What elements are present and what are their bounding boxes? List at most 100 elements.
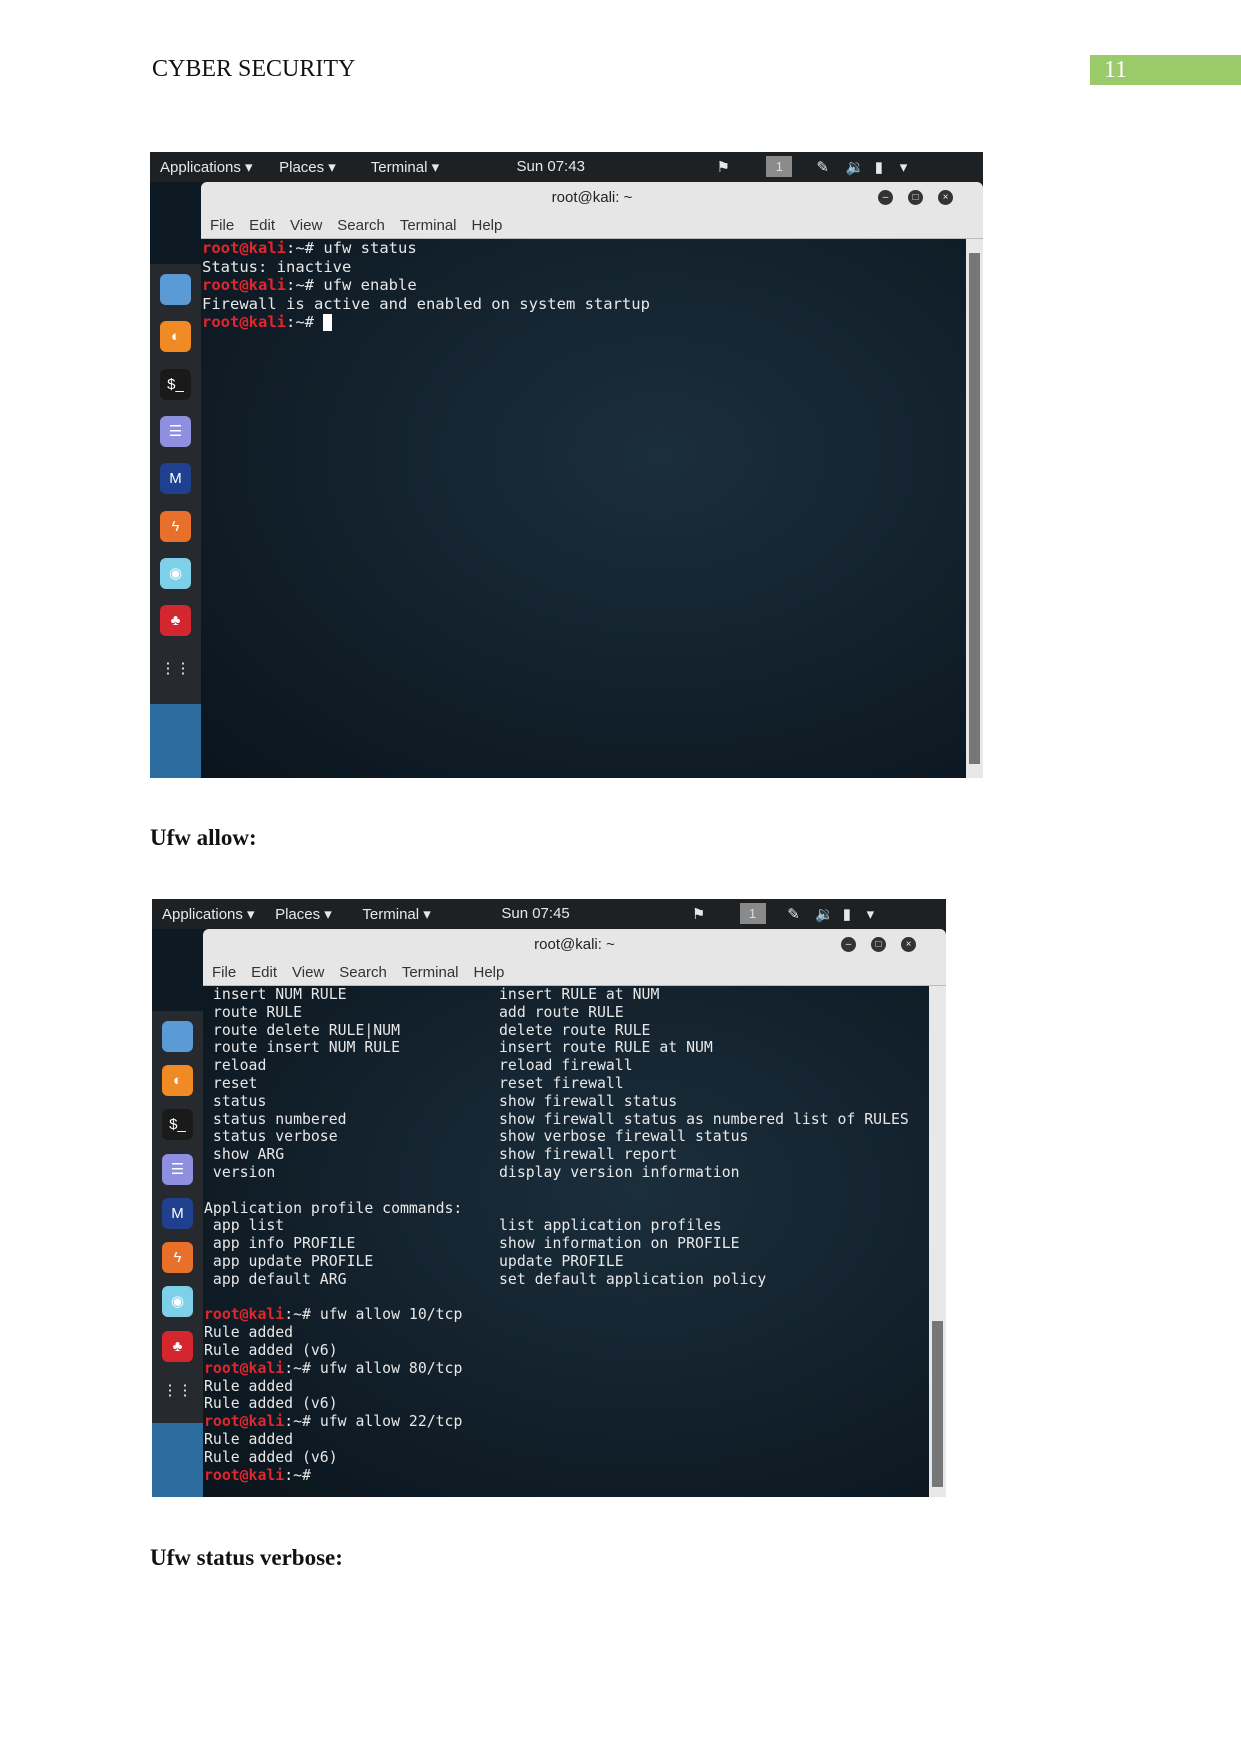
scrollbar[interactable]: [966, 239, 983, 778]
close-button[interactable]: ×: [938, 190, 953, 205]
text-editor-icon[interactable]: ☰: [160, 416, 191, 447]
text-editor-icon[interactable]: ☰: [162, 1153, 193, 1185]
app-grid-icon[interactable]: ⋮⋮: [160, 652, 191, 684]
maximize-button[interactable]: □: [871, 937, 886, 952]
menu-help[interactable]: Help: [472, 217, 503, 234]
burpsuite-icon[interactable]: ϟ: [162, 1242, 193, 1274]
terminal-output[interactable]: root@kali:~# ufw status Status: inactive r…: [201, 239, 966, 778]
running-header: CYBER SECURITY: [152, 56, 356, 82]
maximize-button[interactable]: □: [908, 190, 923, 205]
command: app info PROFILE: [204, 1235, 356, 1253]
clock[interactable]: Sun 07:45: [501, 905, 569, 922]
dock: ◐ $_ ☰ Mϟ ◉ ♣ ⋮⋮: [152, 1011, 203, 1423]
close-button[interactable]: ×: [901, 937, 916, 952]
files-icon[interactable]: [160, 274, 191, 305]
terminal-line: root@kali:~#: [204, 1467, 929, 1485]
terminal-menu[interactable]: Terminal ▾: [371, 158, 439, 176]
clock[interactable]: Sun 07:43: [517, 158, 585, 175]
menu-terminal[interactable]: Terminal: [402, 964, 459, 981]
places-menu[interactable]: Places ▾: [279, 158, 336, 176]
menu-help[interactable]: Help: [474, 964, 505, 981]
pen-icon[interactable]: ✎: [787, 905, 800, 923]
menu-file[interactable]: File: [210, 217, 234, 234]
camera-icon[interactable]: ⚑: [692, 905, 705, 923]
firefox-icon[interactable]: ◐: [160, 321, 191, 353]
terminal-menu[interactable]: Terminal ▾: [362, 905, 430, 923]
menu-terminal[interactable]: Terminal: [400, 217, 457, 234]
command: route delete RULE|NUM: [204, 1021, 400, 1039]
dock-bottom: [152, 1423, 203, 1497]
pen-icon[interactable]: ✎: [816, 158, 829, 176]
prompt-user: root@kali: [202, 239, 286, 257]
minimize-button[interactable]: –: [841, 937, 856, 952]
applications-menu[interactable]: Applications ▾: [160, 158, 253, 176]
terminal-menu-bar: File Edit View Search Terminal Help: [201, 213, 983, 239]
help-row: reload reload firewall: [204, 1057, 929, 1075]
terminal-icon[interactable]: $_: [160, 368, 191, 400]
cherrytree-icon[interactable]: ♣: [160, 605, 191, 637]
terminal-line: Rule added (v6): [204, 1449, 929, 1467]
menu-file[interactable]: File: [212, 964, 236, 981]
command: status: [204, 1092, 267, 1110]
line-text: :~# ufw status: [286, 239, 417, 257]
command-description: insert RULE at NUM: [499, 986, 660, 1003]
volume-icon[interactable]: 🔉: [815, 905, 834, 923]
command-description: reset firewall: [499, 1074, 624, 1092]
command-description: update PROFILE: [499, 1252, 624, 1270]
line-text: Rule added (v6): [204, 1341, 338, 1359]
terminal-line: root@kali:~# ufw allow 22/tcp: [204, 1413, 929, 1431]
scrollbar-thumb[interactable]: [969, 253, 980, 764]
battery-icon[interactable]: ▮: [843, 905, 851, 923]
system-menu-chevron-icon[interactable]: ▾: [867, 905, 875, 923]
workspace-indicator[interactable]: 1: [739, 903, 766, 924]
cherrytree-icon[interactable]: ♣: [162, 1330, 193, 1362]
help-row: Application profile commands:: [204, 1200, 929, 1218]
terminal-line: root@kali:~# ufw status: [202, 239, 966, 258]
menu-search[interactable]: Search: [339, 964, 387, 981]
command-description: reload firewall: [499, 1057, 633, 1075]
applications-menu[interactable]: Applications ▾: [162, 905, 255, 923]
minimize-button[interactable]: –: [878, 190, 893, 205]
command-description: delete route RULE: [499, 1021, 651, 1039]
app-grid-icon[interactable]: ⋮⋮: [162, 1374, 193, 1406]
menu-edit[interactable]: Edit: [251, 964, 277, 981]
help-row: app info PROFILE show information on PROF…: [204, 1235, 929, 1253]
command: app list: [204, 1217, 285, 1235]
scrollbar[interactable]: [929, 986, 946, 1497]
terminal-icon[interactable]: $_: [162, 1109, 193, 1141]
terminal-window: root@kali: ~ – □ × File Edit View Search Termina…: [203, 929, 946, 1497]
burpsuite-icon[interactable]: ϟ: [160, 510, 191, 542]
line-text: Rule added: [204, 1377, 294, 1395]
help-row: status show firewall status: [204, 1093, 929, 1111]
menu-view[interactable]: View: [292, 964, 324, 981]
command: reload: [204, 1057, 267, 1075]
firefox-icon[interactable]: ◐: [162, 1065, 193, 1097]
places-menu[interactable]: Places ▾: [275, 905, 332, 923]
files-icon[interactable]: [162, 1021, 193, 1052]
volume-icon[interactable]: 🔉: [846, 158, 865, 176]
help-row: app default ARG set default application p…: [204, 1271, 929, 1289]
command: route insert NUM RULE: [204, 1039, 400, 1057]
metasploit-icon[interactable]: M: [162, 1197, 193, 1229]
terminal-line: root@kali:~# ufw allow 80/tcp: [204, 1360, 929, 1378]
help-row: route insert NUM RULE insert route RULE a…: [204, 1039, 929, 1057]
help-row: status verbose show verbose firewall stat…: [204, 1128, 929, 1146]
menu-search[interactable]: Search: [337, 217, 385, 234]
command-description: show firewall status: [499, 1092, 678, 1110]
camera-icon[interactable]: ⚑: [716, 158, 729, 176]
metasploit-icon[interactable]: M: [160, 463, 191, 495]
terminal-screenshot-allow: Applications ▾ Places ▾ Terminal ▾ Sun 07:4…: [152, 899, 946, 1497]
terminal-output[interactable]: insert NUM RULE insert RULE at NUM route …: [203, 986, 929, 1497]
menu-edit[interactable]: Edit: [249, 217, 275, 234]
workspace-indicator[interactable]: 1: [766, 156, 793, 177]
eye-icon[interactable]: ◉: [160, 558, 191, 589]
battery-icon[interactable]: ▮: [875, 158, 883, 176]
scrollbar-thumb[interactable]: [932, 1321, 943, 1487]
menu-view[interactable]: View: [290, 217, 322, 234]
help-row: status numbered show firewall status as n…: [204, 1111, 929, 1129]
command: insert NUM RULE: [204, 986, 347, 1003]
command-description: show verbose firewall status: [499, 1128, 749, 1146]
eye-icon[interactable]: ◉: [162, 1286, 193, 1318]
prompt-user: root@kali: [202, 313, 286, 332]
system-menu-chevron-icon[interactable]: ▾: [900, 158, 908, 176]
